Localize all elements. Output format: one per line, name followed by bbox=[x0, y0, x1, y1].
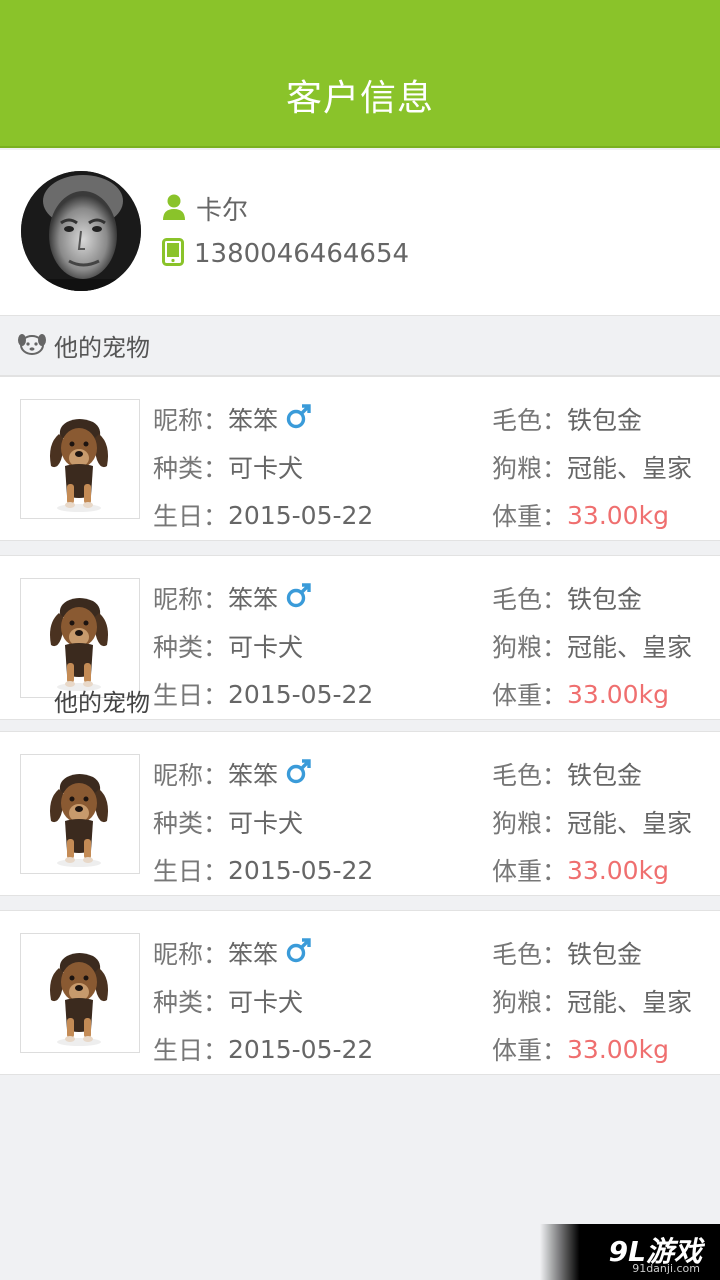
pet-birthday: 2015-05-22 bbox=[228, 500, 374, 530]
pet-birthday-field: 生日： 2015-05-22 bbox=[153, 852, 373, 888]
pet-birthday-field: 生日： 2015-05-22 bbox=[153, 676, 373, 712]
pet-nickname-field: 昵称： 笨笨 bbox=[153, 756, 312, 792]
pet-food-field: 狗粮： 冠能、皇家 bbox=[492, 628, 692, 664]
pet-food-label: 狗粮： bbox=[492, 454, 568, 483]
pet-birthday: 2015-05-22 bbox=[228, 1034, 374, 1064]
pet-nickname-label: 昵称： bbox=[153, 406, 229, 435]
pet-food: 冠能、皇家 bbox=[567, 809, 693, 838]
customer-phone[interactable]: 1380046464654 bbox=[194, 239, 409, 269]
pet-breed-field: 种类： 可卡犬 bbox=[153, 628, 303, 664]
pet-photo bbox=[20, 933, 140, 1053]
page-title: 客户信息 bbox=[285, 78, 434, 119]
pet-nickname-label: 昵称： bbox=[153, 940, 229, 969]
male-gender-icon bbox=[286, 582, 312, 614]
pet-fur-label: 毛色： bbox=[492, 761, 568, 790]
customer-name: 卡尔 bbox=[196, 196, 249, 226]
male-gender-icon bbox=[286, 403, 312, 435]
pet-breed: 可卡犬 bbox=[228, 988, 304, 1017]
pet-weight-field: 体重： 33.00kg bbox=[492, 1031, 669, 1067]
pet-birthday-field: 生日： 2015-05-22 bbox=[153, 1031, 373, 1067]
pet-nickname-label: 昵称： bbox=[153, 761, 229, 790]
pet-fur-field: 毛色： 铁包金 bbox=[492, 401, 642, 437]
watermark-site: 91danji.com bbox=[632, 1262, 700, 1275]
pet-nickname-field: 昵称： 笨笨 bbox=[153, 401, 312, 437]
pet-face-icon bbox=[18, 332, 46, 360]
pet-food-field: 狗粮： 冠能、皇家 bbox=[492, 804, 692, 840]
pet-weight: 33.00kg bbox=[567, 1034, 669, 1064]
pet-weight-field: 体重： 33.00kg bbox=[492, 676, 669, 712]
pet-weight-label: 体重： bbox=[492, 681, 568, 710]
pet-breed: 可卡犬 bbox=[228, 633, 304, 662]
pet-weight-label: 体重： bbox=[492, 502, 568, 531]
floating-section-label: 他的宠物 bbox=[54, 689, 150, 717]
pet-food: 冠能、皇家 bbox=[567, 988, 693, 1017]
pet-breed-label: 种类： bbox=[153, 633, 229, 662]
pet-food-field: 狗粮： 冠能、皇家 bbox=[492, 449, 692, 485]
pets-section-header: 他的宠物 bbox=[0, 316, 720, 376]
pet-photo bbox=[20, 399, 140, 519]
pet-nickname: 笨笨 bbox=[228, 406, 279, 435]
pet-nickname: 笨笨 bbox=[228, 585, 279, 614]
pet-birthday-label: 生日： bbox=[153, 1036, 229, 1065]
pet-birthday-label: 生日： bbox=[153, 857, 229, 886]
pet-fur-label: 毛色： bbox=[492, 406, 568, 435]
user-icon bbox=[162, 194, 186, 224]
app-header: 客户信息 bbox=[0, 0, 720, 148]
pet-breed: 可卡犬 bbox=[228, 454, 304, 483]
watermark-logo: 9L游戏 91danji.com bbox=[540, 1224, 720, 1280]
pet-birthday: 2015-05-22 bbox=[228, 855, 374, 885]
pet-breed-label: 种类： bbox=[153, 454, 229, 483]
pet-fur: 铁包金 bbox=[567, 585, 643, 614]
customer-phone-row: 1380046464654 bbox=[162, 238, 409, 270]
pet-breed: 可卡犬 bbox=[228, 809, 304, 838]
pet-food: 冠能、皇家 bbox=[567, 454, 693, 483]
pet-fur-field: 毛色： 铁包金 bbox=[492, 580, 642, 616]
pet-fur-field: 毛色： 铁包金 bbox=[492, 935, 642, 971]
pet-food-field: 狗粮： 冠能、皇家 bbox=[492, 983, 692, 1019]
pet-birthday-label: 生日： bbox=[153, 681, 229, 710]
pet-fur: 铁包金 bbox=[567, 940, 643, 969]
male-gender-icon bbox=[286, 758, 312, 790]
pet-fur: 铁包金 bbox=[567, 406, 643, 435]
pet-card[interactable]: 昵称： 笨笨 种类： 可卡犬 生日： 2015-05-22 毛色： 铁包金 狗粮… bbox=[0, 910, 720, 1075]
pet-card[interactable]: 昵称： 笨笨 种类： 可卡犬 生日： 2015-05-22 毛色： 铁包金 狗粮… bbox=[0, 376, 720, 541]
pet-birthday-label: 生日： bbox=[153, 502, 229, 531]
pet-photo bbox=[20, 578, 140, 698]
pet-fur: 铁包金 bbox=[567, 761, 643, 790]
pet-fur-label: 毛色： bbox=[492, 585, 568, 614]
pet-food: 冠能、皇家 bbox=[567, 633, 693, 662]
pet-weight-label: 体重： bbox=[492, 1036, 568, 1065]
pet-weight-label: 体重： bbox=[492, 857, 568, 886]
avatar bbox=[21, 171, 141, 291]
pet-weight: 33.00kg bbox=[567, 855, 669, 885]
pet-food-label: 狗粮： bbox=[492, 809, 568, 838]
pet-breed-label: 种类： bbox=[153, 988, 229, 1017]
male-gender-icon bbox=[286, 937, 312, 969]
pet-birthday: 2015-05-22 bbox=[228, 679, 374, 709]
pet-fur-label: 毛色： bbox=[492, 940, 568, 969]
pet-photo bbox=[20, 754, 140, 874]
pet-nickname-field: 昵称： 笨笨 bbox=[153, 935, 312, 971]
pet-breed-field: 种类： 可卡犬 bbox=[153, 449, 303, 485]
pet-food-label: 狗粮： bbox=[492, 988, 568, 1017]
pet-nickname: 笨笨 bbox=[228, 761, 279, 790]
pet-nickname-field: 昵称： 笨笨 bbox=[153, 580, 312, 616]
pet-weight-field: 体重： 33.00kg bbox=[492, 497, 669, 533]
pet-nickname-label: 昵称： bbox=[153, 585, 229, 614]
pet-weight: 33.00kg bbox=[567, 500, 669, 530]
pet-breed-field: 种类： 可卡犬 bbox=[153, 804, 303, 840]
pet-birthday-field: 生日： 2015-05-22 bbox=[153, 497, 373, 533]
pet-fur-field: 毛色： 铁包金 bbox=[492, 756, 642, 792]
pet-weight-field: 体重： 33.00kg bbox=[492, 852, 669, 888]
pet-nickname: 笨笨 bbox=[228, 940, 279, 969]
pet-breed-label: 种类： bbox=[153, 809, 229, 838]
pets-section-title: 他的宠物 bbox=[54, 334, 150, 362]
phone-icon bbox=[162, 238, 184, 270]
pet-weight: 33.00kg bbox=[567, 679, 669, 709]
customer-name-row: 卡尔 bbox=[162, 190, 248, 227]
pet-food-label: 狗粮： bbox=[492, 633, 568, 662]
pet-breed-field: 种类： 可卡犬 bbox=[153, 983, 303, 1019]
pet-card[interactable]: 昵称： 笨笨 种类： 可卡犬 生日： 2015-05-22 毛色： 铁包金 狗粮… bbox=[0, 731, 720, 896]
customer-profile: 卡尔 1380046464654 bbox=[0, 150, 720, 316]
